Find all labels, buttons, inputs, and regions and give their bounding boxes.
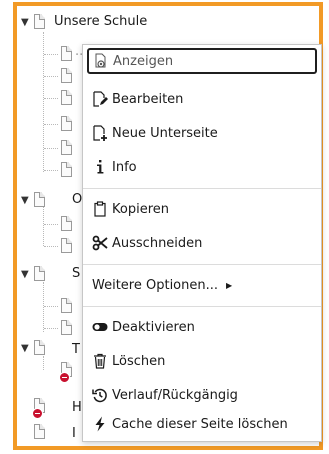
lightning-icon bbox=[92, 416, 108, 432]
menu-separator bbox=[83, 264, 321, 265]
tree-guide-line bbox=[43, 206, 44, 246]
history-icon bbox=[92, 387, 108, 403]
clipboard-icon bbox=[92, 201, 108, 217]
menu-item-cut[interactable]: Ausschneiden bbox=[83, 226, 321, 260]
page-icon bbox=[61, 90, 72, 105]
trash-icon bbox=[92, 353, 108, 369]
page-icon bbox=[61, 320, 72, 335]
menu-item-more-options[interactable]: Weitere Optionen... ▶ bbox=[83, 268, 321, 302]
page-icon bbox=[61, 298, 72, 313]
page-icon bbox=[61, 140, 72, 155]
menu-item-copy[interactable]: Kopieren bbox=[83, 192, 321, 226]
page-icon bbox=[61, 238, 72, 253]
expand-caret-icon[interactable]: ▼ bbox=[21, 18, 29, 28]
new-subpage-icon bbox=[92, 125, 108, 141]
page-icon bbox=[34, 266, 45, 281]
edit-page-icon bbox=[92, 91, 108, 107]
menu-item-label: Ausschneiden bbox=[112, 235, 203, 251]
menu-item-info[interactable]: Info bbox=[83, 150, 321, 184]
menu-item-label: Kopieren bbox=[112, 201, 169, 217]
page-icon bbox=[61, 162, 72, 177]
menu-item-label: Löschen bbox=[112, 353, 166, 369]
tree-node-label-partial[interactable]: S bbox=[72, 266, 80, 281]
menu-item-show[interactable]: Anzeigen bbox=[87, 48, 317, 74]
menu-item-label: Info bbox=[112, 159, 137, 175]
context-menu: Anzeigen Bearbeiten Neue Unterseite Info… bbox=[82, 44, 322, 442]
tree-node-label[interactable]: Unsere Schule bbox=[54, 14, 147, 29]
scissors-icon bbox=[92, 235, 108, 251]
menu-item-label: Verlauf/Rückgängig bbox=[112, 387, 238, 403]
tree-node-label-partial[interactable]: H bbox=[72, 400, 82, 415]
menu-separator bbox=[83, 306, 321, 307]
page-icon bbox=[61, 216, 72, 231]
tree-node-label-partial[interactable]: T bbox=[72, 342, 80, 357]
menu-item-label: Deaktivieren bbox=[112, 319, 195, 335]
deleted-badge-icon bbox=[59, 372, 70, 383]
info-icon bbox=[92, 159, 108, 175]
page-icon bbox=[61, 116, 72, 131]
tree-guide-line bbox=[43, 282, 44, 332]
menu-item-label: Cache dieser Seite löschen bbox=[112, 416, 288, 432]
caret-right-icon: ▶ bbox=[226, 280, 233, 290]
view-page-icon bbox=[93, 53, 109, 69]
menu-item-label: Bearbeiten bbox=[112, 91, 184, 107]
menu-item-new-subpage[interactable]: Neue Unterseite bbox=[83, 116, 321, 150]
menu-item-clear-cache[interactable]: Cache dieser Seite löschen bbox=[83, 407, 321, 441]
toggle-icon bbox=[92, 319, 108, 335]
expand-caret-icon[interactable]: ▼ bbox=[21, 344, 29, 354]
menu-item-disable[interactable]: Deaktivieren bbox=[83, 310, 321, 344]
menu-item-label: Anzeigen bbox=[113, 53, 174, 69]
tree-node-label-partial[interactable]: I bbox=[72, 426, 76, 441]
page-icon bbox=[61, 46, 72, 61]
page-icon bbox=[34, 424, 45, 439]
page-icon bbox=[61, 68, 72, 83]
deleted-badge-icon bbox=[32, 408, 43, 419]
tree-node-label-partial[interactable]: O bbox=[72, 192, 82, 207]
expand-caret-icon[interactable]: ▼ bbox=[21, 196, 29, 206]
menu-item-label: Neue Unterseite bbox=[112, 125, 218, 141]
menu-item-edit[interactable]: Bearbeiten bbox=[83, 82, 321, 116]
tree-guide-line bbox=[43, 32, 44, 172]
page-icon bbox=[34, 14, 45, 29]
page-icon bbox=[34, 340, 45, 355]
expand-caret-icon[interactable]: ▼ bbox=[21, 270, 29, 280]
menu-item-delete[interactable]: Löschen bbox=[83, 344, 321, 378]
page-icon bbox=[34, 192, 45, 207]
menu-item-label: Weitere Optionen... bbox=[92, 277, 219, 293]
menu-separator bbox=[83, 188, 321, 189]
